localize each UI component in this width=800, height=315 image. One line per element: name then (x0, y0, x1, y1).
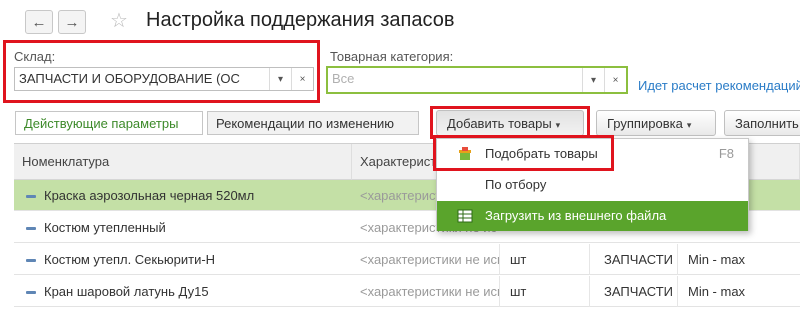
nomenclature-cell: Костюм утепленный (14, 212, 352, 243)
grouping-button[interactable]: Группировка ▾ (596, 110, 716, 136)
clear-icon[interactable]: × (291, 68, 313, 90)
warehouse-field[interactable]: ЗАПЧАСТИ И ОБОРУДОВАНИЕ (ОС ▾ × (14, 67, 314, 91)
table-row[interactable]: Костюм утепл. Секьюрити-Н <характеристик… (14, 244, 800, 275)
tab-current-parameters[interactable]: Действующие параметры (15, 111, 203, 135)
menu-item-by-filter[interactable]: По отбору (437, 170, 748, 200)
item-marker-icon (26, 291, 36, 295)
warehouse-value[interactable]: ЗАПЧАСТИ И ОБОРУДОВАНИЕ (ОС (15, 68, 269, 90)
tab-recommendations[interactable]: Рекомендации по изменению (207, 111, 419, 135)
nomenclature-cell: Краска аэрозольная черная 520мл (14, 180, 352, 211)
unit-cell: шт (500, 244, 590, 275)
forward-button[interactable]: → (58, 10, 86, 34)
pick-goods-highlight (433, 135, 614, 171)
spreadsheet-icon (457, 208, 473, 224)
characteristic-cell: <характеристики не используются> (354, 244, 500, 275)
characteristic-cell: <характеристики не используются> (354, 276, 500, 307)
nomenclature-cell: Кран шаровой латунь Ду15 (14, 276, 352, 307)
nomenclature-cell: Костюм утепл. Секьюрити-Н (14, 244, 352, 275)
page-title: Настройка поддержания запасов (146, 9, 455, 31)
method-cell: Min - max (688, 284, 746, 299)
category-label: Товарная категория: (330, 49, 454, 64)
category-field[interactable]: Все ▾ × (326, 66, 628, 94)
column-header-nomenclature[interactable]: Номенклатура (14, 144, 352, 180)
nomenclature-name: Костюм утепл. Секьюрити-Н (44, 252, 216, 267)
chevron-down-icon[interactable]: ▾ (269, 68, 291, 90)
item-marker-icon (26, 195, 36, 199)
item-marker-icon (26, 259, 36, 263)
category-value[interactable]: Все (328, 68, 582, 92)
add-goods-label: Добавить товары (447, 116, 552, 131)
fill-button[interactable]: Заполнить (724, 110, 800, 136)
add-goods-button[interactable]: Добавить товары ▾ (436, 110, 584, 136)
clear-icon[interactable]: × (604, 68, 626, 92)
chevron-down-icon: ▾ (555, 120, 561, 130)
nomenclature-name: Краска аэрозольная черная 520мл (44, 188, 255, 203)
chevron-down-icon: ▾ (686, 120, 692, 130)
warehouse-cell: ЗАПЧАСТИ И ОБОРУДОВАНИЕ (590, 244, 678, 275)
grouping-label: Группировка (607, 116, 683, 131)
table-row[interactable]: Кран шаровой латунь Ду15 <характеристики… (14, 276, 800, 307)
menu-item-load-from-file[interactable]: Загрузить из внешнего файла (437, 201, 748, 231)
nomenclature-name: Кран шаровой латунь Ду15 (44, 284, 209, 299)
unit-cell: шт (500, 276, 590, 307)
arrow-right-icon: → (64, 13, 80, 31)
nomenclature-name: Костюм утепленный (44, 220, 166, 235)
method-cell: Min - max (688, 252, 746, 267)
warehouse-cell: ЗАПЧАСТИ И ОБОРУДОВАНИЕ (590, 276, 678, 307)
chevron-down-icon[interactable]: ▾ (582, 68, 604, 92)
warehouse-label: Склад: (14, 49, 56, 64)
menu-item-shortcut: F8 (718, 146, 734, 161)
calculation-status-link[interactable]: Идет расчет рекомендаций... (638, 78, 800, 93)
back-button[interactable]: ← (25, 10, 53, 34)
menu-item-label: По отбору (485, 177, 547, 192)
item-marker-icon (26, 227, 36, 231)
star-icon[interactable]: ☆ (110, 8, 128, 33)
arrow-left-icon: ← (31, 13, 47, 31)
fill-label: Заполнить (735, 116, 799, 131)
menu-item-label: Загрузить из внешнего файла (485, 208, 667, 223)
